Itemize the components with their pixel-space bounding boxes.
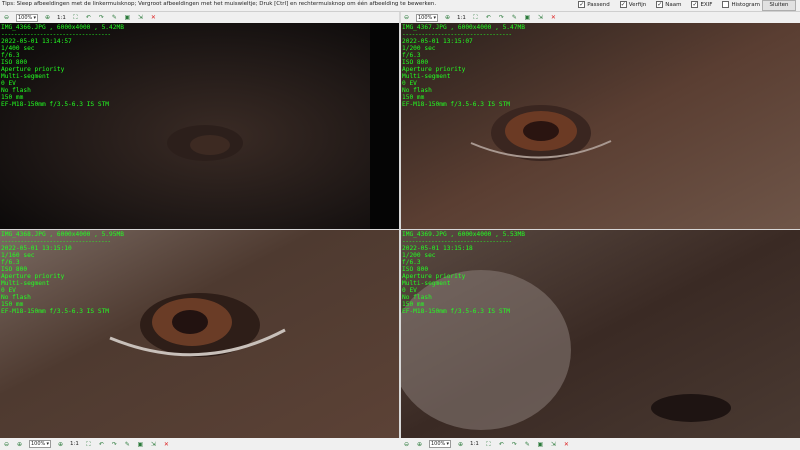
export-icon[interactable]: ⇲ [150, 441, 157, 448]
rotate-right-icon[interactable]: ↷ [511, 441, 518, 448]
close-image-icon[interactable]: ✕ [163, 441, 170, 448]
tip-text: Tips: Sleep afbeeldingen met de linkermu… [2, 1, 437, 7]
option-verfijn[interactable]: ✓ Verfijn [619, 1, 646, 8]
horizontal-divider [0, 229, 800, 230]
option-passend[interactable]: ✓ Passend [578, 1, 610, 8]
exif-overlay: IMG_4368.JPG , 6000x4000 , 5.95MB ------… [1, 231, 124, 315]
zoom-select[interactable]: 100% [16, 13, 38, 22]
edit-icon[interactable]: ✎ [111, 14, 118, 21]
zoom-in-icon[interactable]: ⊕ [16, 441, 23, 448]
toolbar-bottom-right: ⊖ ⊕ 100% ⊕ 1:1 ⛶ ↶ ↷ ✎ ▣ ⇲ ✕ [400, 438, 800, 450]
rotate-left-icon[interactable]: ↶ [85, 14, 92, 21]
rotate-left-icon[interactable]: ↶ [485, 14, 492, 21]
zoom-select[interactable]: 100% [29, 440, 51, 448]
edit-icon[interactable]: ✎ [124, 441, 131, 448]
zoom-out-icon[interactable]: ⊖ [403, 441, 410, 448]
rotate-right-icon[interactable]: ↷ [498, 14, 505, 21]
top-bar: Tips: Sleep afbeeldingen met de linkermu… [0, 0, 800, 12]
save-icon[interactable]: ▣ [524, 14, 531, 21]
one-to-one-button[interactable]: 1:1 [70, 441, 79, 447]
fit-icon[interactable]: ⛶ [472, 14, 479, 21]
exif-overlay: IMG_4367.JPG , 6000x4000 , 5.47MB ------… [402, 24, 525, 108]
fit-icon[interactable]: ⛶ [485, 441, 492, 448]
rotate-right-icon[interactable]: ↷ [98, 14, 105, 21]
export-icon[interactable]: ⇲ [537, 14, 544, 21]
one-to-one-button[interactable]: 1:1 [57, 15, 66, 21]
save-icon[interactable]: ▣ [124, 14, 131, 21]
zoom-in-small-icon[interactable]: ⊕ [57, 441, 64, 448]
checkbox[interactable]: ✓ [619, 1, 627, 8]
zoom-out-icon[interactable]: ⊖ [3, 441, 10, 448]
close-image-icon[interactable]: ✕ [150, 14, 157, 21]
edit-icon[interactable]: ✎ [524, 441, 531, 448]
image-pane-4[interactable]: IMG_4369.JPG , 6000x4000 , 5.53MB ------… [401, 230, 800, 438]
zoom-in-small-icon[interactable]: ⊕ [457, 441, 464, 448]
zoom-select[interactable]: 100% [429, 440, 451, 448]
image-pane-1[interactable]: IMG_4366.JPG , 6000x4000 , 5.42MB ------… [0, 23, 400, 229]
checkbox[interactable]: ✓ [578, 1, 586, 8]
rotate-left-icon[interactable]: ↶ [98, 441, 105, 448]
checkbox[interactable]: ✓ [691, 1, 699, 8]
fit-icon[interactable]: ⛶ [85, 441, 92, 448]
view-options: ✓ Passend ✓ Verfijn ✓ Naam ✓ EXIF Histogram [578, 1, 760, 8]
save-icon[interactable]: ▣ [537, 441, 544, 448]
export-icon[interactable]: ⇲ [137, 14, 144, 21]
one-to-one-button[interactable]: 1:1 [457, 15, 466, 21]
rotate-left-icon[interactable]: ↶ [498, 441, 505, 448]
zoom-in-icon[interactable]: ⊕ [44, 14, 51, 21]
toolbar-top-right: ⊖ 100% ⊕ 1:1 ⛶ ↶ ↷ ✎ ▣ ⇲ ✕ [400, 12, 800, 23]
zoom-select[interactable]: 100% [416, 13, 438, 22]
exif-overlay: IMG_4369.JPG , 6000x4000 , 5.53MB ------… [402, 231, 525, 315]
fit-icon[interactable]: ⛶ [72, 14, 79, 21]
image-pane-2[interactable]: IMG_4367.JPG , 6000x4000 , 5.47MB ------… [401, 23, 800, 229]
checkbox[interactable] [722, 1, 730, 8]
zoom-out-icon[interactable]: ⊖ [3, 14, 10, 21]
edit-icon[interactable]: ✎ [511, 14, 518, 21]
zoom-in-icon[interactable]: ⊕ [444, 14, 451, 21]
vertical-divider [399, 12, 401, 438]
zoom-out-icon[interactable]: ⊖ [403, 14, 410, 21]
checkbox[interactable]: ✓ [656, 1, 664, 8]
toolbar-top-left: ⊖ 100% ⊕ 1:1 ⛶ ↶ ↷ ✎ ▣ ⇲ ✕ [0, 12, 400, 23]
exif-overlay: IMG_4366.JPG , 6000x4000 , 5.42MB ------… [1, 24, 124, 108]
rotate-right-icon[interactable]: ↷ [111, 441, 118, 448]
close-button[interactable]: Sluiten [762, 0, 796, 11]
option-naam[interactable]: ✓ Naam [656, 1, 681, 8]
option-histogram[interactable]: Histogram [722, 1, 760, 8]
export-icon[interactable]: ⇲ [550, 441, 557, 448]
close-image-icon[interactable]: ✕ [563, 441, 570, 448]
save-icon[interactable]: ▣ [137, 441, 144, 448]
zoom-in-icon[interactable]: ⊕ [416, 441, 423, 448]
close-image-icon[interactable]: ✕ [550, 14, 557, 21]
image-pane-3[interactable]: IMG_4368.JPG , 6000x4000 , 5.95MB ------… [0, 230, 400, 438]
toolbar-bottom-left: ⊖ ⊕ 100% ⊕ 1:1 ⛶ ↶ ↷ ✎ ▣ ⇲ ✕ [0, 438, 400, 450]
one-to-one-button[interactable]: 1:1 [470, 441, 479, 447]
option-exif[interactable]: ✓ EXIF [691, 1, 712, 8]
